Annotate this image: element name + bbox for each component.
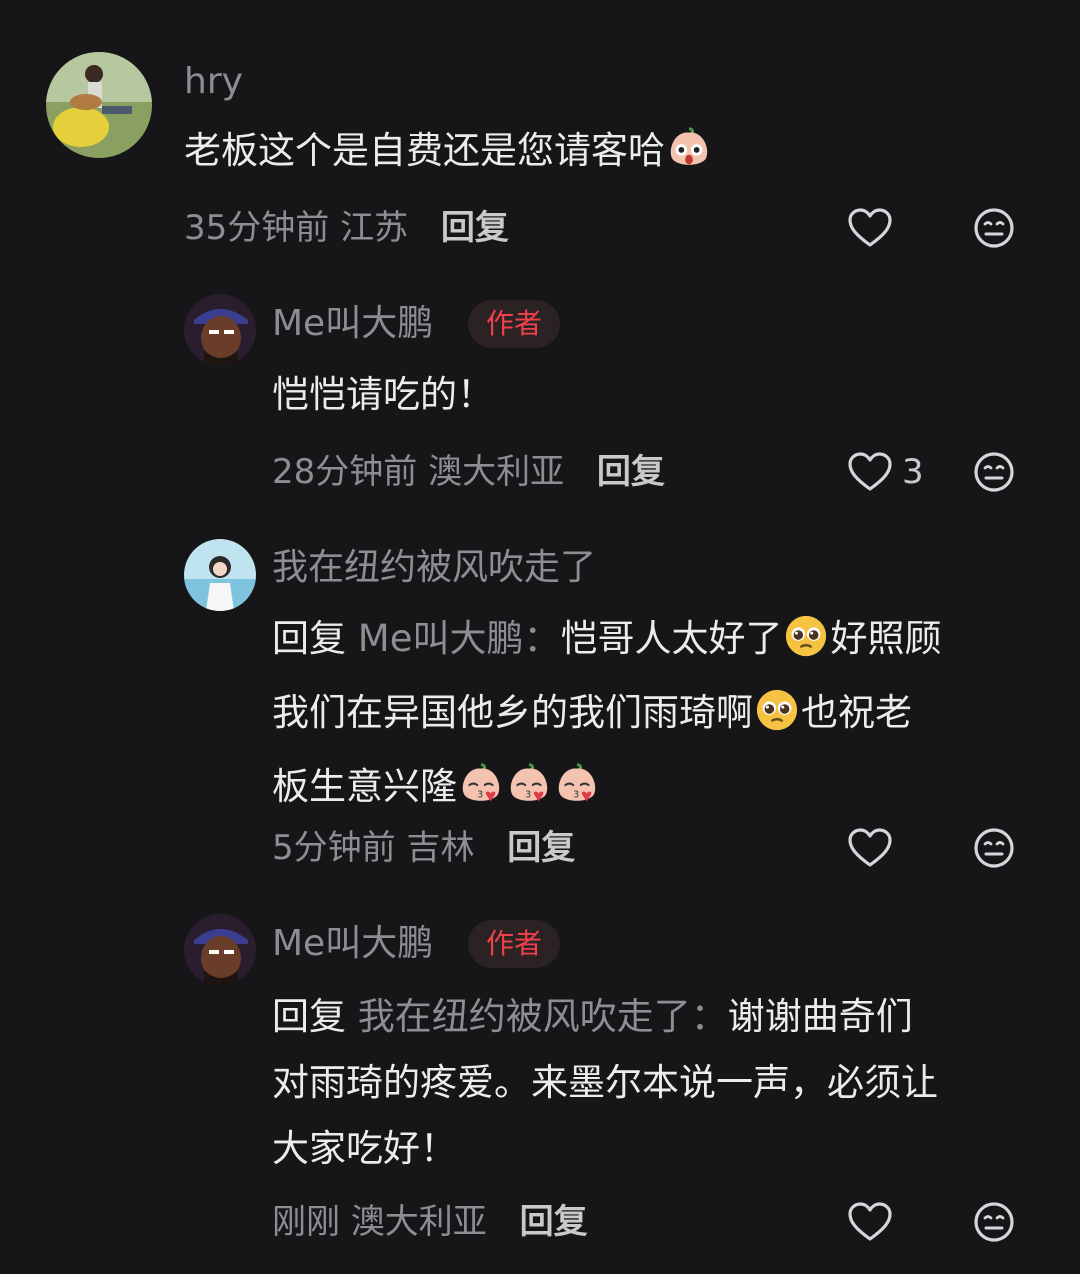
peach-kiss-emoji: [458, 761, 504, 828]
comment-meta: 5分钟前 吉林 回复: [272, 826, 575, 870]
meh-face-icon: [970, 1198, 1018, 1246]
like-button[interactable]: [846, 1198, 894, 1246]
like-count: 3: [902, 452, 924, 492]
heart-outline-icon: [846, 1198, 894, 1246]
reply-target[interactable]: Me叫大鹏：: [358, 617, 561, 660]
dislike-button[interactable]: [970, 824, 1018, 876]
like-button[interactable]: [846, 204, 894, 252]
peach-surprised-emoji: [666, 125, 712, 192]
avatar[interactable]: [184, 539, 256, 611]
location: 吉林: [406, 828, 475, 868]
peach-kiss-emoji: [506, 761, 552, 828]
avatar[interactable]: [184, 294, 256, 366]
location: 江苏: [340, 208, 409, 248]
author-badge: 作者: [468, 920, 561, 968]
heart-outline-icon: [846, 204, 894, 252]
heart-outline-icon: [846, 824, 894, 872]
timestamp: 刚刚: [272, 1202, 340, 1242]
dislike-button[interactable]: [970, 1198, 1018, 1250]
reply-button[interactable]: 回复: [520, 1202, 588, 1242]
comment-meta: 28分钟前 澳大利亚 回复: [272, 450, 665, 494]
heart-outline-icon: [846, 448, 894, 496]
avatar[interactable]: [46, 52, 152, 158]
reply-button[interactable]: 回复: [507, 828, 575, 868]
like-button[interactable]: 3: [846, 448, 924, 496]
comment-text: 回复 Me叫大鹏：恺哥人太好了 好照顾 我们在异国他乡的我们雨琦啊 也祝老 板生意兴…: [272, 606, 1042, 828]
meh-face-icon: [970, 448, 1018, 496]
username[interactable]: Me叫大鹏: [272, 302, 433, 346]
like-button[interactable]: [846, 824, 894, 872]
location: 澳大利亚: [428, 452, 565, 492]
username[interactable]: 我在纽约被风吹走了: [272, 546, 596, 590]
reply-target[interactable]: 我在纽约被风吹走了：: [358, 995, 728, 1038]
meh-face-icon: [970, 204, 1018, 252]
meh-face-icon: [970, 824, 1018, 872]
location: 澳大利亚: [350, 1202, 487, 1242]
comment-text: 老板这个是自费还是您请客哈: [184, 118, 713, 192]
pleading-face-emoji: [754, 687, 800, 754]
avatar[interactable]: [184, 914, 256, 986]
timestamp: 35分钟前: [184, 208, 330, 248]
username[interactable]: hry: [184, 60, 243, 104]
peach-kiss-emoji: [554, 761, 600, 828]
timestamp: 28分钟前: [272, 452, 418, 492]
reply-button[interactable]: 回复: [441, 208, 509, 248]
comment-text: 回复 我在纽约被风吹走了：谢谢曲奇们 对雨琦的疼爱。来墨尔本说一声，必须让 大家…: [272, 995, 938, 1170]
reply-button[interactable]: 回复: [597, 452, 665, 492]
dislike-button[interactable]: [970, 448, 1018, 500]
username[interactable]: Me叫大鹏: [272, 922, 433, 966]
comment-text: 恺恺请吃的！: [272, 373, 494, 416]
comment-meta: 35分钟前 江苏 回复: [184, 206, 509, 250]
reply-prefix: 回复: [272, 995, 346, 1038]
timestamp: 5分钟前: [272, 828, 396, 868]
dislike-button[interactable]: [970, 204, 1018, 256]
author-badge: 作者: [468, 300, 561, 348]
pleading-face-emoji: [783, 613, 829, 680]
reply-prefix: 回复: [272, 617, 346, 660]
comment-meta: 刚刚 澳大利亚 回复: [272, 1200, 588, 1244]
